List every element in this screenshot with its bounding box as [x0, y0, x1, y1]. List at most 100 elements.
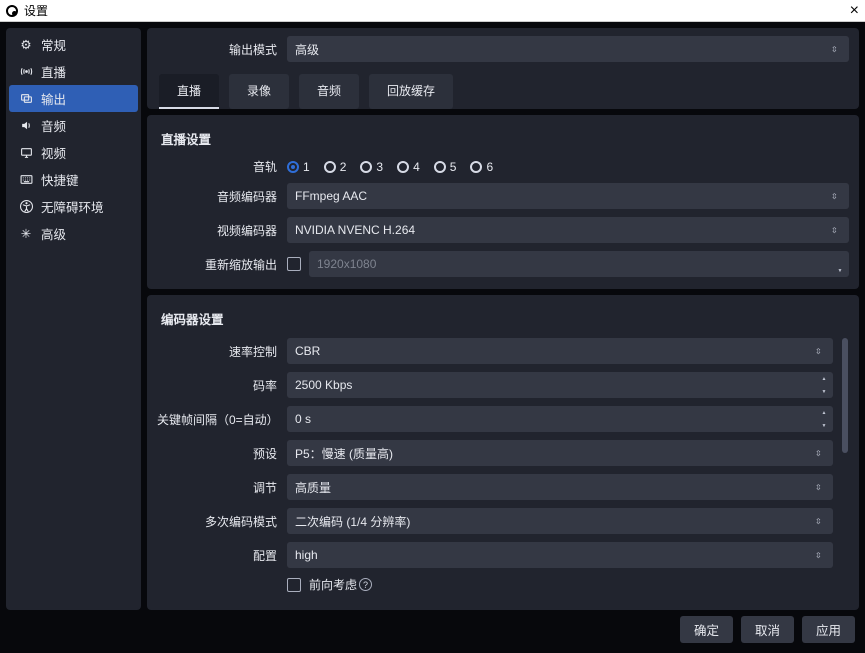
sidebar-item-label: 常规 [41, 35, 66, 54]
output-mode-value: 高级 [295, 41, 319, 58]
rate-control-select[interactable]: CBR⇳ [287, 338, 833, 364]
preset-select[interactable]: P5：慢速 (质量高)⇳ [287, 440, 833, 466]
cancel-button[interactable]: 取消 [741, 616, 794, 643]
rate-control-value: CBR [295, 344, 320, 358]
preset-label: 预设 [157, 445, 287, 462]
rescale-value: 1920x1080 [317, 257, 376, 271]
radio-dot-icon [470, 161, 482, 173]
sidebar-item-advanced[interactable]: ✳ 高级 [9, 220, 138, 247]
tab-audio[interactable]: 音频 [299, 74, 359, 109]
keyint-input[interactable]: 0 s ▲▼ [287, 406, 833, 432]
sidebar-item-label: 视频 [41, 143, 66, 162]
radio-label: 3 [376, 160, 383, 174]
track-radio-5[interactable]: 5 [434, 160, 457, 174]
bitrate-input[interactable]: 2500 Kbps▲▼ [287, 372, 833, 398]
sidebar-item-stream[interactable]: 直播 [9, 58, 138, 85]
gear-icon: ⚙ [19, 37, 33, 52]
track-radio-4[interactable]: 4 [397, 160, 420, 174]
dropdown-arrows-icon: ⇳ [815, 508, 833, 534]
help-icon[interactable]: ? [359, 578, 372, 591]
sidebar-item-label: 输出 [41, 89, 66, 108]
tab-stream[interactable]: 直播 [159, 74, 219, 109]
rescale-checkbox[interactable] [287, 257, 301, 271]
radio-dot-icon [434, 161, 446, 173]
sidebar-item-label: 快捷键 [41, 170, 79, 189]
audio-encoder-value: FFmpeg AAC [295, 189, 367, 203]
track-radio-6[interactable]: 6 [470, 160, 493, 174]
video-encoder-select[interactable]: NVIDIA NVENC H.264 ⇳ [287, 217, 849, 243]
psycho-label: 心理视觉调整 [309, 599, 381, 600]
tuning-select[interactable]: 高质量⇳ [287, 474, 833, 500]
radio-dot-icon [397, 161, 409, 173]
psycho-row[interactable]: 心理视觉调整 ? [287, 599, 833, 600]
tab-label: 录像 [247, 84, 271, 98]
output-mode-select[interactable]: 高级 ⇳ [287, 36, 849, 62]
track-radio-3[interactable]: 3 [360, 160, 383, 174]
app-body: ⚙ 常规 直播 输出 音频 视频 快捷键 [0, 22, 865, 653]
dropdown-arrows-icon: ⇳ [831, 183, 849, 209]
dropdown-arrows-icon: ⇳ [831, 217, 849, 243]
video-encoder-label: 视频编码器 [157, 222, 287, 239]
bitrate-label: 码率 [157, 377, 287, 394]
sidebar-item-audio[interactable]: 音频 [9, 112, 138, 139]
antenna-icon [19, 65, 33, 78]
app-icon [6, 5, 18, 17]
sidebar-item-output[interactable]: 输出 [9, 85, 138, 112]
profile-value: high [295, 548, 318, 562]
spinner-icon[interactable]: ▲▼ [815, 372, 833, 398]
dropdown-arrows-icon: ⇳ [815, 542, 833, 568]
sidebar-item-label: 直播 [41, 62, 66, 81]
chevron-down-icon: ▼ [831, 251, 849, 277]
rescale-select[interactable]: 1920x1080 ▼ [309, 251, 849, 277]
app-inner: ⚙ 常规 直播 输出 音频 视频 快捷键 [0, 22, 865, 616]
encoder-form: 速率控制 CBR⇳ 码率 2500 Kbps▲▼ 关键帧间隔（0=自动） 0 s… [157, 338, 841, 600]
tab-label: 直播 [177, 84, 201, 98]
close-icon[interactable]: × [850, 2, 859, 20]
scrollbar[interactable] [841, 338, 849, 600]
keyboard-icon [19, 174, 33, 185]
multipass-select[interactable]: 二次编码 (1/4 分辨率) ⇳ [287, 508, 833, 534]
accessibility-icon [19, 200, 33, 213]
ok-button[interactable]: 确定 [680, 616, 733, 643]
output-tabs: 直播 录像 音频 回放缓存 [157, 70, 849, 109]
tab-recording[interactable]: 录像 [229, 74, 289, 109]
keyint-label: 关键帧间隔（0=自动） [157, 411, 287, 428]
sidebar-item-hotkeys[interactable]: 快捷键 [9, 166, 138, 193]
apply-button[interactable]: 应用 [802, 616, 855, 643]
speaker-icon [19, 119, 33, 132]
sidebar-item-accessibility[interactable]: 无障碍环境 [9, 193, 138, 220]
lookahead-row[interactable]: 前向考虑 ? [287, 576, 833, 593]
scrollbar-thumb[interactable] [842, 338, 848, 453]
track-radios: 1 2 3 4 5 6 [287, 160, 493, 174]
window-title: 设置 [24, 2, 48, 19]
multipass-value: 二次编码 (1/4 分辨率) [295, 513, 410, 530]
sidebar-item-label: 高级 [41, 224, 66, 243]
tab-replaybuffer[interactable]: 回放缓存 [369, 74, 453, 109]
audio-encoder-select[interactable]: FFmpeg AAC ⇳ [287, 183, 849, 209]
keyint-value: 0 s [295, 412, 311, 426]
spinner-icon[interactable]: ▲▼ [815, 406, 833, 432]
sidebar-item-label: 音频 [41, 116, 66, 135]
stream-settings-heading: 直播设置 [157, 125, 849, 158]
radio-dot-icon [324, 161, 336, 173]
track-radio-2[interactable]: 2 [324, 160, 347, 174]
button-label: 应用 [816, 624, 841, 638]
radio-dot-icon [287, 161, 299, 173]
lookahead-checkbox[interactable] [287, 578, 301, 592]
radio-label: 2 [340, 160, 347, 174]
sidebar-item-video[interactable]: 视频 [9, 139, 138, 166]
monitor-icon [19, 146, 33, 159]
profile-select[interactable]: high ⇳ [287, 542, 833, 568]
encoder-settings-panel: 编码器设置 速率控制 CBR⇳ 码率 2500 Kbps▲▼ 关键帧间隔（0=自… [147, 295, 859, 610]
radio-label: 1 [303, 160, 310, 174]
tab-label: 音频 [317, 84, 341, 98]
dropdown-arrows-icon: ⇳ [831, 36, 849, 62]
track-radio-1[interactable]: 1 [287, 160, 310, 174]
lookahead-label: 前向考虑 [309, 576, 357, 593]
dropdown-arrows-icon: ⇳ [815, 474, 833, 500]
sidebar-item-general[interactable]: ⚙ 常规 [9, 31, 138, 58]
radio-label: 4 [413, 160, 420, 174]
encoder-settings-heading: 编码器设置 [157, 305, 849, 338]
advanced-icon: ✳ [19, 226, 33, 241]
sidebar-item-label: 无障碍环境 [41, 197, 104, 216]
